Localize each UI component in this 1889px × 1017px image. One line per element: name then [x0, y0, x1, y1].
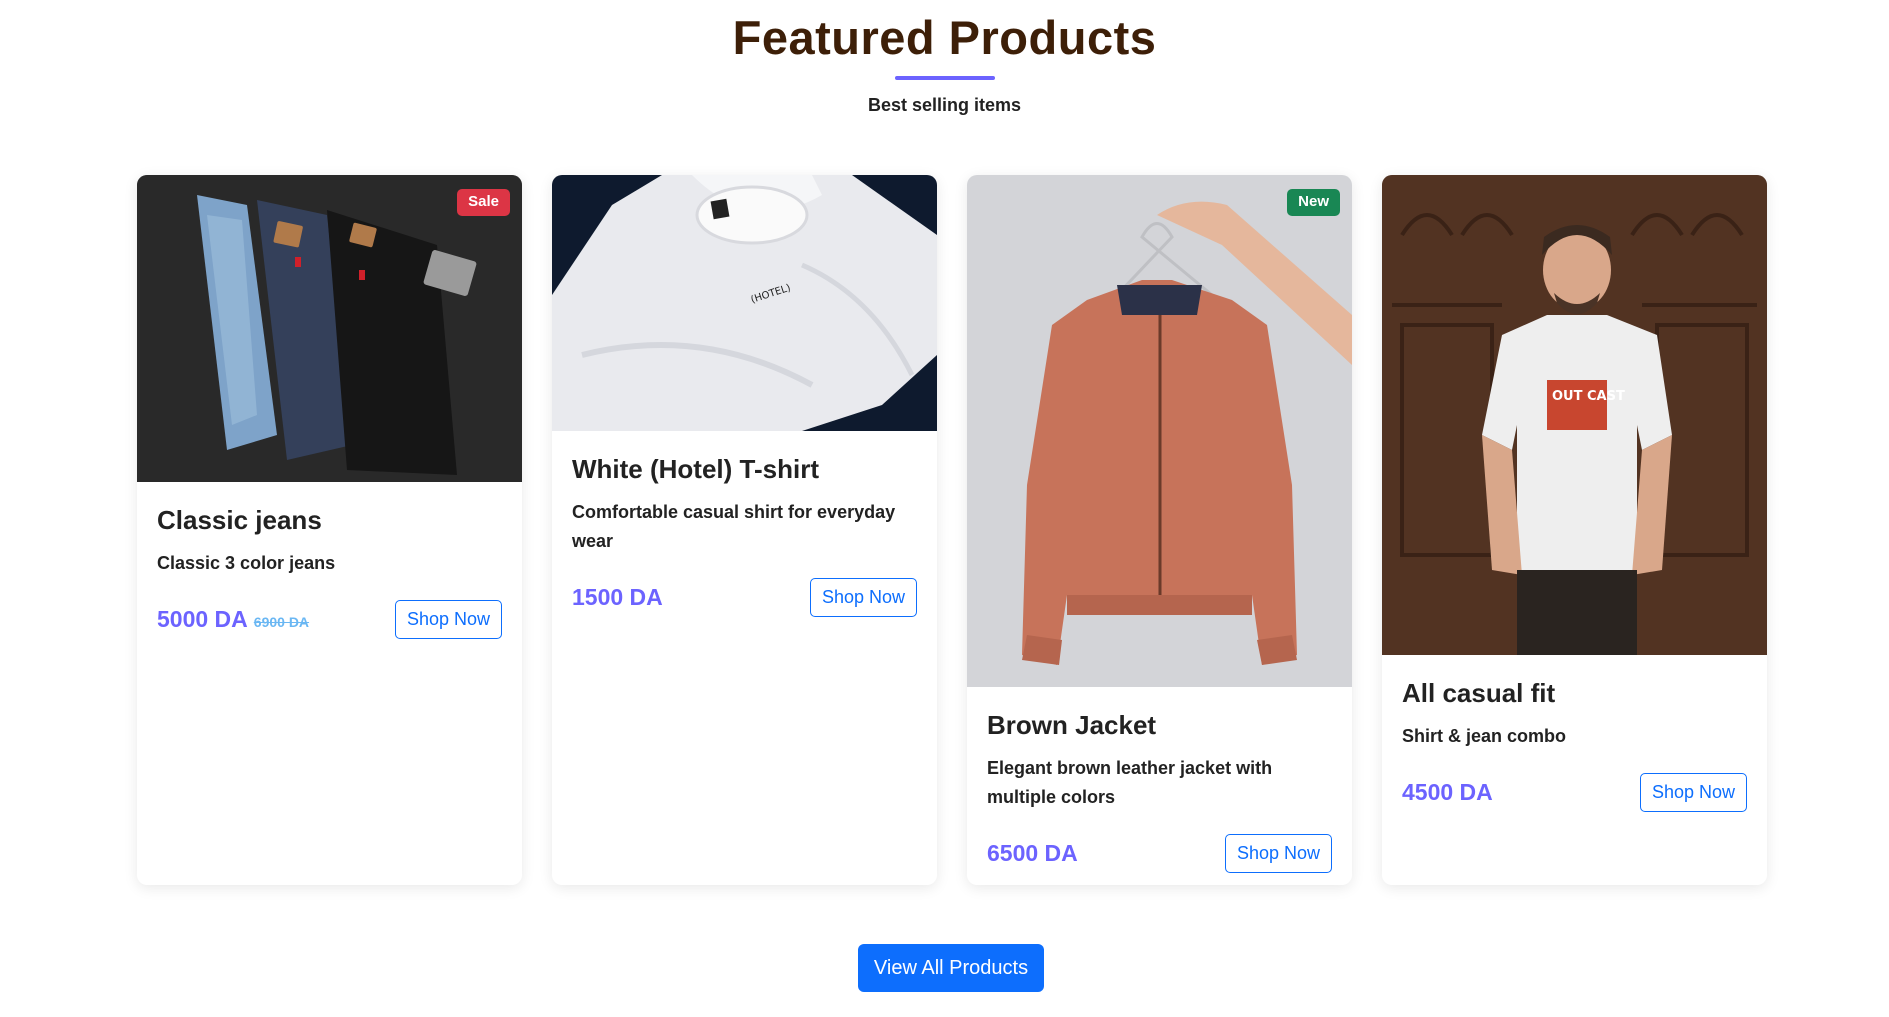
price-row: 5000 DA 6900 DA Shop Now — [157, 599, 502, 639]
product-title[interactable]: Classic jeans — [157, 504, 502, 537]
product-description: Elegant brown leather jacket with multip… — [987, 757, 1273, 807]
title-underline — [894, 76, 995, 81]
product-price: 1500 DA — [572, 583, 663, 610]
product-title[interactable]: White (Hotel) T-shirt — [572, 453, 917, 486]
price-group: 1500 DA — [572, 584, 663, 611]
price-row: 1500 DA Shop Now — [572, 577, 917, 617]
card-body: White (Hotel) T-shirt Comfortable casual… — [552, 431, 937, 637]
product-card: OUT CAST All casual fit Shirt & jean com… — [1382, 175, 1767, 885]
casual-fit-image: OUT CAST — [1382, 175, 1767, 655]
price-row: 4500 DA Shop Now — [1402, 772, 1747, 812]
product-price: 6500 DA — [987, 839, 1078, 866]
product-price: 4500 DA — [1402, 778, 1493, 805]
price-group: 4500 DA — [1402, 779, 1493, 806]
product-description: Comfortable casual shirt for everyday we… — [572, 501, 896, 551]
product-description: Shirt & jean combo — [1402, 725, 1567, 746]
card-body: Brown Jacket Elegant brown leather jacke… — [967, 687, 1352, 885]
section-subtitle: Best selling items — [867, 95, 1022, 116]
tshirt-image: (HOTEL) — [552, 175, 937, 431]
card-body: Classic jeans Classic 3 color jeans 5000… — [137, 482, 522, 659]
product-card: Sale Classic jeans Classic 3 color jeans… — [137, 175, 522, 885]
product-description: Classic 3 color jeans — [157, 552, 336, 573]
product-price: 5000 DA — [157, 605, 248, 632]
product-image-tshirt[interactable]: (HOTEL) — [552, 175, 937, 431]
product-image-jeans[interactable]: Sale — [137, 175, 522, 482]
shop-now-button[interactable]: Shop Now — [394, 599, 502, 639]
jeans-image — [137, 175, 522, 482]
view-all-products-button[interactable]: View All Products — [858, 944, 1044, 992]
product-title[interactable]: Brown Jacket — [987, 709, 1332, 742]
section-title: Featured Products — [732, 11, 1157, 64]
old-price: 6900 DA — [253, 613, 310, 630]
section-header: Featured Products Best selling items — [0, 0, 1889, 116]
product-card: New Brown Jacket Elegant brown leather j… — [967, 175, 1352, 885]
price-group: 5000 DA 6900 DA — [157, 606, 309, 633]
shop-now-button[interactable]: Shop Now — [1639, 772, 1747, 812]
jacket-image — [967, 175, 1352, 687]
product-image-jacket[interactable]: New — [967, 175, 1352, 687]
product-card: (HOTEL) White (Hotel) T-shirt Comfortabl… — [552, 175, 937, 885]
price-row: 6500 DA Shop Now — [987, 833, 1332, 873]
shop-now-button[interactable]: Shop Now — [809, 577, 917, 617]
shirt-print-text: OUT CAST — [1552, 389, 1625, 404]
product-grid: Sale Classic jeans Classic 3 color jeans… — [137, 175, 1767, 885]
card-body: All casual fit Shirt & jean combo 4500 D… — [1382, 655, 1767, 832]
product-title[interactable]: All casual fit — [1402, 677, 1747, 710]
featured-products-section: Featured Products Best selling items Sal… — [0, 0, 1889, 1017]
sale-badge: Sale — [457, 189, 510, 216]
shop-now-button[interactable]: Shop Now — [1224, 833, 1332, 873]
product-image-casual-fit[interactable]: OUT CAST — [1382, 175, 1767, 655]
price-group: 6500 DA — [987, 840, 1078, 867]
new-badge: New — [1287, 189, 1340, 216]
